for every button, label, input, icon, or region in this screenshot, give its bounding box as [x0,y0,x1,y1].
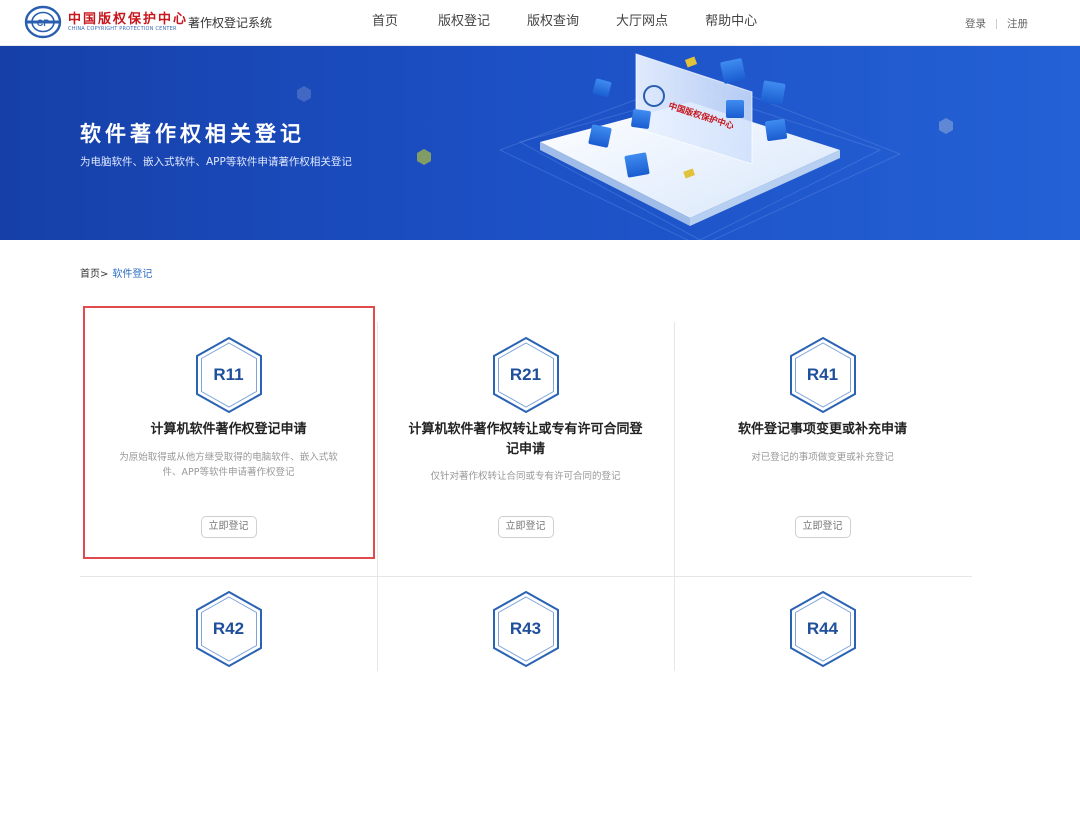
card-code: R41 [806,365,839,384]
register-now-button[interactable]: 立即登记 [794,516,851,538]
brand-name: 中国版权保护中心 [68,12,189,27]
nav-item-copyright-query[interactable]: 版权查询 [527,0,579,46]
card-r44[interactable]: R44 [674,576,971,830]
card-title: 计算机软件著作权登记申请 [150,422,307,437]
auth-divider [996,18,997,29]
card-code: R44 [806,619,839,638]
register-now-button[interactable]: 立即登记 [497,516,554,538]
card-description: 对已登记的事项做变更或补充登记 [751,452,894,463]
banner-subtitle: 为电脑软件、嵌入式软件、APP等软件申请著作权相关登记 [80,156,352,168]
breadcrumb-home[interactable]: 首页> [80,269,108,280]
system-title: 著作权登记系统 [188,16,273,30]
top-header: CP 中国版权保护中心 CHINA COPYRIGHT PROTECTION C… [0,0,1080,46]
brand-english-name: CHINA COPYRIGHT PROTECTION CENTER [68,26,177,32]
card-code: R21 [509,365,542,384]
card-code: R11 [213,365,244,384]
copyright-center-logo[interactable]: CP [24,5,62,39]
card-title: 软件登记事项变更或补充申请 [737,422,907,437]
banner-title: 软件著作权相关登记 [80,122,305,146]
hero-banner: 中国版权保护中心 软件著作权相关登记 为电脑软件、嵌入式软件、APP等软件申请著… [0,46,1080,240]
card-code: R42 [212,619,245,638]
card-r41[interactable]: R41 软件登记事项变更或补充申请 对已登记的事项做变更或补充登记 立即登记 [674,322,971,576]
card-description: 为原始取得或从他方继受取得的电脑软件、嵌入式软件、APP等软件申请著作权登记 [119,452,338,478]
login-link[interactable]: 登录 [965,16,986,31]
nav-item-help-center[interactable]: 帮助中心 [705,0,757,46]
decor-hex [417,149,431,165]
main-nav: 首页 版权登记 版权查询 大厅网点 帮助中心 [372,0,797,46]
nav-item-service-halls[interactable]: 大厅网点 [616,0,668,46]
breadcrumb-current[interactable]: 软件登记 [112,269,152,280]
nav-item-home[interactable]: 首页 [372,0,398,46]
svg-text:CP: CP [37,18,50,28]
card-r42[interactable]: R42 [80,576,377,830]
card-description: 仅针对著作权转让合同或专有许可合同的登记 [430,471,621,482]
breadcrumb: 首页> 软件登记 [80,265,152,280]
card-title: 计算机软件著作权转让或专有许可合同登记申请 [408,422,643,457]
auth-links: 登录 注册 [965,16,1028,31]
register-now-button[interactable]: 立即登记 [200,516,257,538]
card-r43[interactable]: R43 [377,576,674,830]
register-link[interactable]: 注册 [1007,16,1028,31]
decor-hex [939,118,953,134]
card-r21[interactable]: R21 计算机软件著作权转让或专有许可合同登记申请 仅针对著作权转让合同或专有许… [377,322,674,576]
decor-hex [297,86,311,102]
card-code: R43 [509,619,542,638]
nav-item-copyright-registration[interactable]: 版权登记 [438,0,490,46]
card-r11[interactable]: R11 计算机软件著作权登记申请 为原始取得或从他方继受取得的电脑软件、嵌入式软… [80,322,377,576]
